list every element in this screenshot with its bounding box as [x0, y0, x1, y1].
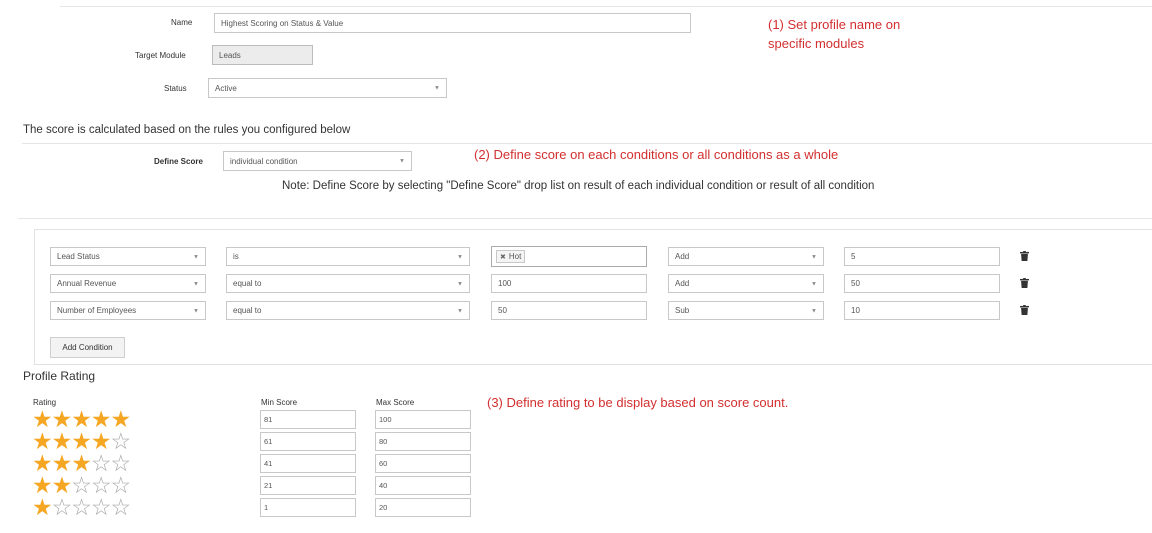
trash-icon[interactable] — [1020, 278, 1029, 288]
annotation-3: (3) Define rating to be display based on… — [487, 395, 789, 410]
star-empty-icon: ☆ — [71, 494, 92, 520]
status-select-value: Active — [215, 83, 237, 93]
condition-operator-select[interactable]: equal to ▼ — [226, 301, 470, 320]
annotation-1-line2: specific modules — [768, 36, 865, 51]
chevron-down-icon: ▼ — [811, 254, 817, 261]
max-score-input[interactable]: 100 — [375, 410, 471, 429]
star-empty-icon: ☆ — [90, 494, 112, 520]
condition-action-value: Sub — [675, 306, 690, 315]
condition-action-value: Add — [675, 279, 690, 288]
max-score-column-header: Max Score — [376, 398, 415, 407]
score-heading-divider — [22, 143, 1152, 144]
trash-icon[interactable] — [1020, 305, 1029, 315]
max-score-input[interactable]: 20 — [375, 498, 471, 517]
condition-field-value: Lead Status — [57, 252, 100, 261]
star-empty-icon: ☆ — [51, 494, 73, 520]
name-input[interactable]: Highest Scoring on Status & Value — [214, 13, 691, 33]
max-score-input[interactable]: 80 — [375, 432, 471, 451]
min-score-input[interactable]: 1 — [260, 498, 356, 517]
min-score-input[interactable]: 41 — [260, 454, 356, 473]
condition-value-input[interactable]: 50 — [491, 301, 647, 320]
condition-points-input[interactable]: 10 — [844, 301, 1000, 320]
chevron-down-icon: ▼ — [811, 308, 817, 315]
condition-operator-value: equal to — [233, 279, 262, 288]
status-select[interactable]: Active ▼ — [208, 78, 447, 98]
define-score-note: Note: Define Score by selecting "Define … — [282, 180, 875, 192]
condition-operator-select[interactable]: is ▼ — [226, 247, 470, 266]
chevron-down-icon: ▼ — [457, 308, 463, 315]
chevron-down-icon: ▼ — [434, 85, 440, 92]
condition-operator-select[interactable]: equal to ▼ — [226, 274, 470, 293]
name-label: Name — [171, 18, 193, 27]
condition-field-select[interactable]: Lead Status ▼ — [50, 247, 206, 266]
condition-field-value: Number of Employees — [57, 306, 137, 315]
condition-action-select[interactable]: Add ▼ — [668, 247, 824, 266]
define-score-label: Define Score — [154, 157, 203, 166]
condition-field-select[interactable]: Annual Revenue ▼ — [50, 274, 206, 293]
add-condition-button[interactable]: Add Condition — [50, 337, 125, 358]
min-score-input[interactable]: 81 — [260, 410, 356, 429]
condition-value-tags[interactable]: ✖ Hot — [491, 246, 647, 267]
star-rating-1: ★☆☆☆☆ — [32, 494, 132, 520]
chevron-down-icon: ▼ — [811, 281, 817, 288]
max-score-input[interactable]: 60 — [375, 454, 471, 473]
star-rating-5: ★★★★★ — [32, 408, 131, 431]
condition-field-value: Annual Revenue — [57, 279, 117, 288]
value-tag: ✖ Hot — [496, 250, 526, 263]
target-module-field: Leads — [212, 45, 313, 65]
chevron-down-icon: ▼ — [457, 254, 463, 261]
condition-points-input[interactable]: 50 — [844, 274, 1000, 293]
star-rating-2: ★★☆☆☆ — [32, 474, 131, 497]
condition-action-select[interactable]: Add ▼ — [668, 274, 824, 293]
remove-tag-icon[interactable]: ✖ — [500, 253, 506, 261]
define-score-select[interactable]: individual condition ▼ — [223, 151, 412, 171]
min-score-input[interactable]: 61 — [260, 432, 356, 451]
profile-rating-heading: Profile Rating — [23, 369, 96, 383]
condition-action-value: Add — [675, 252, 690, 261]
condition-field-select[interactable]: Number of Employees ▼ — [50, 301, 206, 320]
status-label: Status — [164, 84, 187, 93]
star-rating-4: ★★★★☆ — [32, 430, 131, 453]
condition-action-select[interactable]: Sub ▼ — [668, 301, 824, 320]
star-rating-3: ★★★☆☆ — [32, 452, 131, 475]
chevron-down-icon: ▼ — [457, 281, 463, 288]
star-empty-icon: ☆ — [110, 494, 132, 520]
chevron-down-icon: ▼ — [193, 281, 199, 288]
chevron-down-icon: ▼ — [193, 308, 199, 315]
define-score-select-value: individual condition — [230, 156, 298, 166]
top-divider — [60, 6, 1152, 7]
score-heading: The score is calculated based on the rul… — [23, 124, 351, 136]
chevron-down-icon: ▼ — [193, 254, 199, 261]
condition-value-input[interactable]: 100 — [491, 274, 647, 293]
min-score-column-header: Min Score — [261, 398, 298, 407]
conditions-top-divider — [18, 218, 1152, 219]
star-filled-icon: ★ — [32, 494, 53, 520]
chevron-down-icon: ▼ — [399, 158, 405, 165]
target-module-label: Target Module — [135, 51, 186, 60]
annotation-2: (2) Define score on each conditions or a… — [474, 147, 839, 162]
annotation-1-line1: (1) Set profile name on — [768, 17, 901, 32]
max-score-input[interactable]: 40 — [375, 476, 471, 495]
condition-points-input[interactable]: 5 — [844, 247, 1000, 266]
min-score-input[interactable]: 21 — [260, 476, 356, 495]
value-tag-label: Hot — [508, 252, 522, 261]
trash-icon[interactable] — [1020, 251, 1029, 261]
condition-operator-value: equal to — [233, 306, 262, 315]
condition-operator-value: is — [233, 252, 239, 261]
